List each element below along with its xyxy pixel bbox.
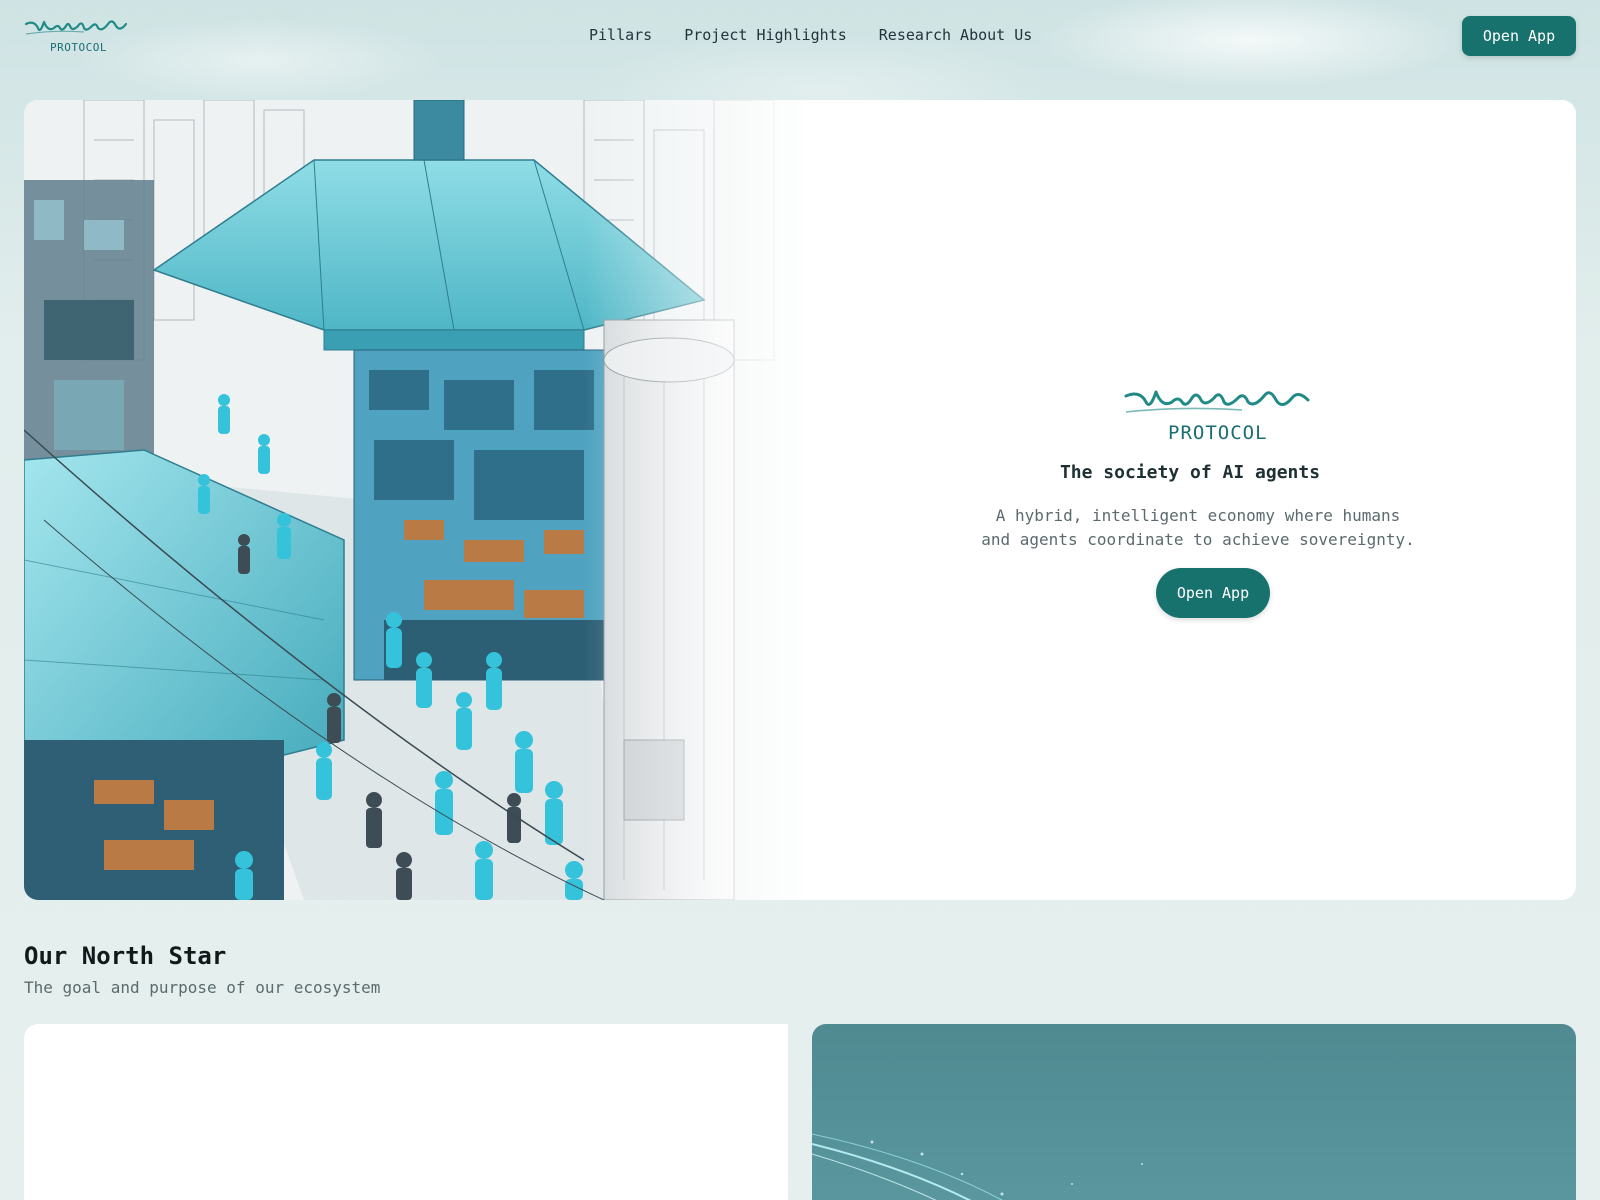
logo-script-mark	[24, 20, 128, 35]
nav-link-pillars[interactable]: Pillars	[589, 26, 652, 44]
nav-link-research-about-us[interactable]: Research About Us	[879, 26, 1033, 44]
hero-content: PROTOCOL The society of AI agents A hybr…	[804, 100, 1576, 900]
north-star-title: Our North Star	[24, 942, 227, 970]
primary-nav: Pillars Project Highlights Research Abou…	[589, 26, 1032, 44]
hero-brand-logo: PROTOCOL	[1122, 382, 1312, 452]
hero-image-fade	[584, 100, 824, 900]
top-nav: PROTOCOL Pillars Project Highlights Rese…	[0, 0, 1600, 72]
hero-description: A hybrid, intelligent economy where huma…	[981, 506, 1415, 549]
nav-link-project-highlights[interactable]: Project Highlights	[684, 26, 847, 44]
brand-logo[interactable]: PROTOCOL	[24, 14, 128, 56]
hero-card: PROTOCOL The society of AI agents A hybr…	[24, 100, 1576, 900]
north-star-text-card	[24, 1024, 788, 1200]
north-star-subtitle: The goal and purpose of our ecosystem	[24, 978, 381, 997]
light-streak-illustration	[812, 1133, 1143, 1200]
hero-title: The society of AI agents	[1059, 462, 1321, 483]
hero-logo-script-mark	[1124, 390, 1310, 413]
north-star-image-card	[812, 1024, 1576, 1200]
open-app-button-hero[interactable]: Open App	[1156, 568, 1270, 618]
hero-logo-subtext: PROTOCOL	[1168, 422, 1268, 444]
open-app-button-nav[interactable]: Open App	[1462, 16, 1576, 56]
logo-subtext: PROTOCOL	[50, 41, 107, 54]
